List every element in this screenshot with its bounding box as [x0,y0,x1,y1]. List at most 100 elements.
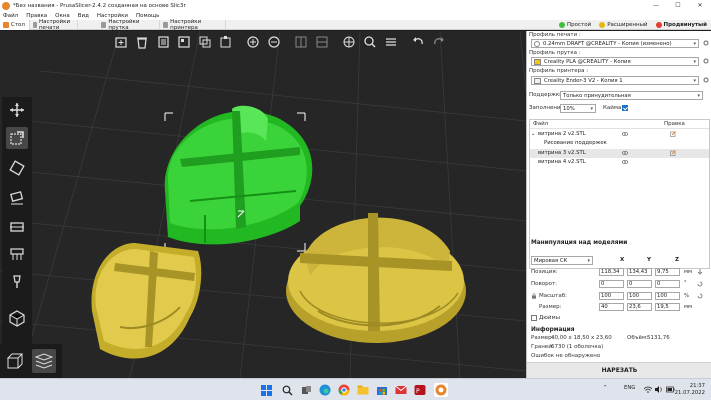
supports-select[interactable]: Только принудительная ▾ [560,91,703,100]
layers-editing-button[interactable] [382,33,400,51]
menu-settings[interactable]: Настройки [97,13,128,19]
search-button[interactable] [361,33,379,51]
selected-object-vitrina[interactable] [164,105,313,245]
brim-checkbox[interactable] [622,105,628,111]
edge-app[interactable] [318,383,332,397]
delete-all-button[interactable] [154,33,172,51]
lock-icon[interactable] [531,293,537,299]
delete-button[interactable] [133,33,151,51]
copy-button[interactable] [196,33,214,51]
filament-profile-settings-icon[interactable] [703,58,709,64]
split-parts-button[interactable] [313,33,331,51]
task-view-button[interactable] [299,383,313,397]
printer-profile-select[interactable]: Creality Ender-3 V2 - Копия 1 ▾ [531,76,699,85]
3d-view-button[interactable] [3,349,27,373]
print-profile-select[interactable]: 0.24mm DRAFT @CREALITY - Копия (изменено… [531,39,699,48]
cut-tool-button[interactable] [6,215,28,237]
tab-filament-settings[interactable]: Настройки прутка [98,19,160,31]
scale-tool-button[interactable] [6,127,28,149]
rotation-z-input[interactable]: 0 [655,280,680,288]
object-row[interactable]: Рисование поддержек [530,139,709,148]
inches-checkbox[interactable] [531,315,537,321]
scale-x-input[interactable]: 100 [599,292,624,300]
input-language[interactable]: ENG [624,385,635,391]
prusaslicer-app[interactable] [434,383,448,397]
object-vitrina-left[interactable] [91,243,202,359]
arrange-button[interactable] [175,33,193,51]
system-clock[interactable]: 21:37 21.07.2022 [675,383,705,397]
seam-painting-tool-button[interactable] [6,271,28,293]
mode-advanced[interactable]: Расширенный [599,22,648,28]
paste-button[interactable] [217,33,235,51]
filament-profile-select[interactable]: Creality PLA @CREALITY - Копия ▾ [531,57,699,66]
coordinate-system-select[interactable]: Мировая СК ▾ [531,256,593,265]
size-y-input[interactable]: 23,6 [627,303,652,311]
rotation-x-input[interactable]: 0 [599,280,624,288]
rotate-tool-button[interactable] [6,157,28,179]
eye-icon[interactable] [622,132,628,136]
expand-icon[interactable]: ⌄ [531,131,535,137]
hollow-tool-button[interactable] [6,307,28,329]
close-button[interactable]: ✕ [689,0,711,11]
scale-y-input[interactable]: 100 [627,292,652,300]
rotation-y-input[interactable]: 0 [627,280,652,288]
position-x-input[interactable]: 118,34 [599,268,624,276]
position-z-input[interactable]: 9,75 [655,268,680,276]
preview-button[interactable] [32,349,56,373]
mode-simple[interactable]: Простой [559,22,591,28]
tab-printer-settings[interactable]: Настройки принтера [160,19,226,31]
object-row[interactable]: витрина 3 v2.STL [530,149,709,158]
wifi-icon[interactable] [644,386,652,393]
menu-file[interactable]: Файл [3,13,18,19]
tab-print-settings[interactable]: Настройки печати [30,19,78,31]
move-tool-button[interactable] [6,99,28,121]
paint-supports-tool-button[interactable] [6,243,28,265]
object-row[interactable]: ⌄ витрина 2 v2.STL [530,130,709,139]
position-y-input[interactable]: 134,43 [627,268,652,276]
object-vitrina-right[interactable] [286,213,466,343]
mail-app[interactable] [394,383,408,397]
drop-to-bed-icon[interactable] [697,269,703,275]
size-x-input[interactable]: 40 [599,303,624,311]
infill-select[interactable]: 10% ▾ [560,104,596,113]
object-row[interactable]: витрина 4 v2.STL [530,158,709,167]
3d-scene[interactable] [0,31,526,378]
maximize-button[interactable]: ☐ [667,0,689,11]
chrome-app[interactable] [337,383,351,397]
place-on-face-tool-button[interactable] [6,187,28,209]
undo-button[interactable] [409,33,427,51]
taskbar-search-button[interactable] [280,383,294,397]
photos-app[interactable]: P [413,383,427,397]
tab-plater[interactable]: Стол [0,20,30,30]
eye-icon[interactable] [622,151,628,155]
slice-now-button[interactable]: НАРЕЗАТЬ [527,362,711,378]
menu-window[interactable]: Окна [55,13,70,19]
eye-icon[interactable] [622,160,628,164]
battery-icon[interactable] [666,386,675,393]
split-objects-button[interactable] [292,33,310,51]
add-button[interactable] [112,33,130,51]
tray-chevron-icon[interactable]: ⌃ [603,385,607,391]
edit-icon[interactable] [670,131,676,137]
size-z-input[interactable]: 19,5 [655,303,680,311]
menu-view[interactable]: Вид [78,13,89,19]
add-instance-button[interactable] [244,33,262,51]
remove-instance-button[interactable] [265,33,283,51]
redo-button[interactable] [430,33,448,51]
scale-z-input[interactable]: 100 [655,292,680,300]
start-button[interactable] [259,383,273,397]
minimize-button[interactable]: — [645,0,667,11]
store-app[interactable] [375,383,389,397]
mode-expert[interactable]: Продвинутый [655,22,707,28]
menu-help[interactable]: Помощь [136,13,159,19]
explorer-app[interactable] [356,383,370,397]
printer-profile-settings-icon[interactable] [703,77,709,83]
volume-icon[interactable] [655,386,663,393]
print-profile-settings-icon[interactable] [703,40,709,46]
menu-edit[interactable]: Правка [26,13,47,19]
reset-rotation-icon[interactable] [697,281,703,287]
variable-layer-height-button[interactable] [340,33,358,51]
reset-scale-icon[interactable] [697,293,703,299]
3d-viewport[interactable] [0,31,526,378]
edit-icon[interactable] [670,150,676,156]
